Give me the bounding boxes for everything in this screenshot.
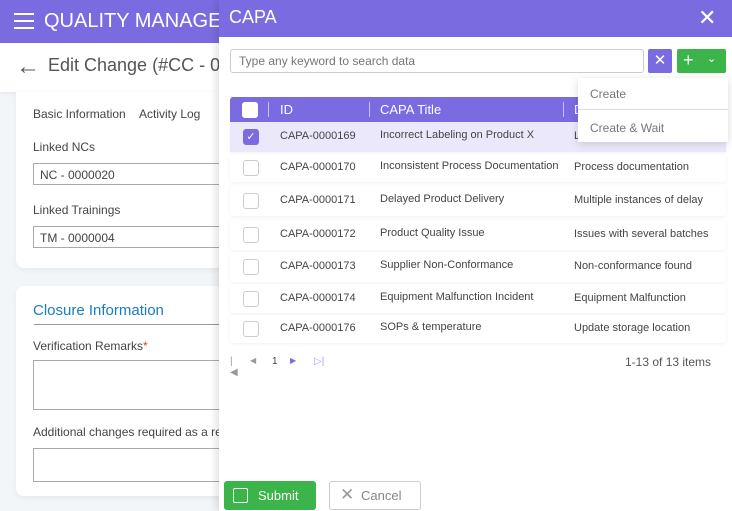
submit-button[interactable]: Submit — [224, 481, 316, 510]
cancel-button[interactable]: ✕ Cancel — [329, 481, 421, 510]
linked-ncs-field[interactable]: NC - 0000020 — [33, 163, 243, 185]
row-title: Supplier Non-Conformance — [380, 259, 514, 271]
row-checkbox[interactable] — [243, 321, 259, 337]
table-row[interactable]: CAPA-0000173 Supplier Non-Conformance No… — [230, 252, 726, 282]
closure-card: Closure Information Verification Remarks… — [16, 286, 244, 496]
select-all-checkbox[interactable] — [242, 102, 258, 118]
menu-item-create-wait[interactable]: Create & Wait — [590, 121, 664, 135]
column-id[interactable]: ID — [280, 102, 293, 117]
row-title: SOPs & temperature — [380, 321, 482, 333]
tab-basic-information[interactable]: Basic Information — [33, 107, 126, 121]
verification-remarks-field[interactable] — [33, 360, 243, 410]
cancel-label: Cancel — [361, 488, 402, 503]
row-id: CAPA-0000170 — [280, 161, 356, 173]
row-id: CAPA-0000172 — [280, 228, 356, 240]
check-icon: ✓ — [246, 131, 256, 143]
table-row[interactable]: CAPA-0000172 Product Quality Issue Issue… — [230, 220, 726, 250]
table-row[interactable]: CAPA-0000171 Delayed Product Delivery Mu… — [230, 186, 726, 216]
row-checkbox[interactable]: ✓ — [243, 129, 259, 145]
linked-trainings-label: Linked Trainings — [33, 203, 121, 217]
dialog-header: CAPA ✕ — [219, 0, 732, 37]
row-id: CAPA-0000169 — [280, 130, 356, 142]
row-title: Delayed Product Delivery — [380, 193, 505, 205]
row-id: CAPA-0000174 — [280, 291, 356, 304]
row-description: Equipment Malfunction — [574, 291, 686, 304]
next-page-icon[interactable]: ▶ — [290, 356, 296, 365]
arrow-left-icon[interactable]: ← — [16, 53, 40, 81]
table-row[interactable]: CAPA-0000170 Inconsistent Process Docume… — [230, 154, 726, 182]
chevron-down-icon: ⌄ — [707, 53, 717, 65]
dialog-title: CAPA — [229, 7, 277, 27]
row-checkbox[interactable] — [243, 259, 259, 275]
divider — [369, 102, 370, 117]
row-title: Equipment Malfunction Incident — [380, 290, 534, 303]
row-checkbox[interactable] — [243, 193, 259, 209]
last-page-icon[interactable]: ▷| — [314, 356, 324, 367]
prev-page-icon[interactable]: ◀ — [250, 356, 256, 365]
row-id: CAPA-0000176 — [280, 322, 356, 334]
page-number[interactable]: 1 — [272, 356, 278, 367]
row-id: CAPA-0000171 — [280, 194, 356, 206]
tab-activity-log[interactable]: Activity Log — [139, 107, 200, 121]
row-title: Product Quality Issue — [380, 227, 485, 239]
additional-changes-label: Additional changes required as a res — [33, 425, 228, 439]
plus-icon: + — [683, 50, 694, 70]
details-card: Basic Information Activity Log Linked NC… — [16, 92, 243, 268]
divider — [34, 324, 244, 325]
divider — [563, 102, 564, 117]
row-title: Inconsistent Process Documentation — [380, 160, 559, 172]
table-row[interactable]: CAPA-0000174 Equipment Malfunction Incid… — [230, 284, 726, 313]
row-checkbox[interactable] — [243, 227, 259, 243]
close-icon: ✕ — [340, 485, 355, 504]
pager-summary: 1-13 of 13 items — [625, 355, 712, 369]
row-description: Multiple instances of delay — [574, 194, 704, 206]
search-input[interactable] — [230, 49, 644, 73]
required-mark: * — [143, 339, 148, 353]
row-description: Non-conformance found — [574, 260, 693, 272]
divider — [578, 109, 728, 110]
column-capa-title[interactable]: CAPA Title — [380, 102, 441, 117]
closure-title: Closure Information — [33, 302, 164, 319]
additional-changes-field[interactable] — [33, 448, 243, 482]
first-page-icon[interactable]: |◀ — [230, 356, 238, 378]
save-icon — [233, 488, 248, 503]
row-description: Update storage location — [574, 322, 691, 334]
table-row[interactable]: CAPA-0000176 SOPs & temperature Update s… — [230, 315, 726, 343]
add-button[interactable]: + ⌄ — [677, 49, 726, 73]
close-icon: ✕ — [653, 52, 667, 69]
row-description: Issues with several batches — [574, 228, 709, 240]
row-id: CAPA-0000173 — [280, 260, 356, 272]
row-title: Incorrect Labeling on Product X — [380, 129, 535, 141]
row-checkbox[interactable] — [243, 290, 259, 307]
menu-item-create[interactable]: Create — [590, 87, 626, 101]
row-description: Process documentation — [574, 161, 689, 173]
submit-label: Submit — [258, 488, 299, 503]
dropdown-menu: Create Create & Wait — [578, 78, 728, 142]
hamburger-icon[interactable] — [14, 13, 34, 29]
close-icon[interactable]: ✕ — [698, 5, 716, 31]
clear-search-button[interactable]: ✕ — [648, 49, 672, 73]
linked-ncs-label: Linked NCs — [33, 140, 96, 154]
row-checkbox[interactable] — [243, 160, 259, 176]
verification-label: Verification Remarks* — [33, 339, 148, 353]
linked-trainings-field[interactable]: TM - 0000004 — [33, 226, 243, 248]
capa-dialog: CAPA ✕ ✕ + ⌄ ID CAPA Title D ✓ CAPA-0000… — [219, 0, 732, 511]
divider — [268, 102, 269, 117]
verification-label-text: Verification Remarks — [33, 339, 144, 353]
